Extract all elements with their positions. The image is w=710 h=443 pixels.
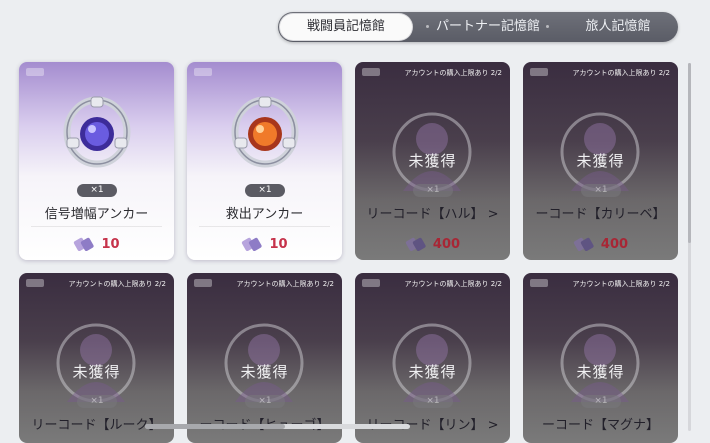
price-row: 400 — [355, 232, 510, 256]
not-obtained-label: 未獲得 — [72, 363, 121, 381]
tab-separator-dot — [546, 25, 549, 28]
shop-card-luke-code[interactable]: アカウントの購入上限あり 2/2 未獲得 ×1 リーコード【ルーク】 — [19, 273, 174, 443]
rarity-badge — [362, 279, 380, 287]
quantity-badge: ×1 — [245, 184, 285, 197]
purchase-limit-label: アカウントの購入上限あり 2/2 — [68, 280, 167, 288]
tab-traveler-memory[interactable]: 旅人記憶館 — [560, 12, 676, 42]
price-value: 400 — [432, 236, 461, 252]
purchase-limit-label: アカウントの購入上限あり 2/2 — [572, 69, 671, 77]
price-value: 10 — [269, 236, 288, 252]
ticket-icon — [74, 237, 95, 251]
purchase-limit-label: アカウントの購入上限あり 2/2 — [572, 280, 671, 288]
price-row: 400 — [523, 232, 678, 256]
quantity-badge: ×1 — [77, 184, 117, 197]
tab-partner-memory[interactable]: パートナー記憶館 — [418, 12, 558, 42]
not-obtained-label: 未獲得 — [576, 152, 625, 170]
price-value: 10 — [101, 236, 120, 252]
memory-hall-tabs: 戦闘員記憶館 パートナー記憶館 旅人記憶館 — [278, 12, 678, 42]
item-name: ーコード【カリーベ】 — [535, 207, 666, 222]
shop-card-haru-code[interactable]: アカウントの購入上限あり 2/2 未獲得 ×1 リーコード【ハル】 > 400 — [355, 62, 510, 260]
item-name: 信号増幅アンカー — [44, 207, 149, 222]
rarity-badge — [26, 68, 44, 76]
ticket-icon — [405, 237, 426, 251]
vertical-scrollbar[interactable] — [688, 63, 691, 431]
purchase-limit-label: アカウントの購入上限あり 2/2 — [236, 280, 335, 288]
vertical-scrollbar-thumb[interactable] — [688, 63, 691, 243]
ticket-icon — [242, 237, 263, 251]
quantity-badge: ×1 — [581, 395, 621, 408]
shop-card-hugo-code[interactable]: アカウントの購入上限あり 2/2 未獲得 ×1 ーコード【ヒューゴ】 — [187, 273, 342, 443]
not-obtained-label: 未獲得 — [408, 152, 457, 170]
shop-card-magna-code[interactable]: アカウントの購入上限あり 2/2 未獲得 ×1 ーコード【マグナ】 — [523, 273, 678, 443]
anchor-blue-icon — [63, 96, 131, 168]
quantity-badge: ×1 — [413, 395, 453, 408]
horizontal-scrollbar[interactable] — [145, 424, 410, 429]
rarity-badge — [530, 68, 548, 76]
price-row: 10 — [19, 232, 174, 256]
rarity-badge — [26, 279, 44, 287]
quantity-badge: ×1 — [413, 184, 453, 197]
divider — [199, 226, 330, 227]
price-row: 10 — [187, 232, 342, 256]
item-name: リーコード【ハル】 > — [366, 207, 499, 222]
shop-card-caribe-code[interactable]: アカウントの購入上限あり 2/2 未獲得 ×1 ーコード【カリーベ】 400 — [523, 62, 678, 260]
rarity-badge — [194, 279, 212, 287]
anchor-orange-icon — [231, 96, 299, 168]
not-obtained-label: 未獲得 — [240, 363, 289, 381]
price-value: 400 — [600, 236, 629, 252]
shop-card-signal-anchor[interactable]: ×1 信号増幅アンカー 10 — [19, 62, 174, 260]
purchase-limit-label: アカウントの購入上限あり 2/2 — [404, 69, 503, 77]
rarity-badge — [362, 68, 380, 76]
not-obtained-label: 未獲得 — [408, 363, 457, 381]
shop-card-rin-code[interactable]: アカウントの購入上限あり 2/2 未獲得 ×1 リーコード【リン】 > — [355, 273, 510, 443]
item-name: ーコード【マグナ】 — [541, 418, 659, 433]
shop-card-rescue-anchor[interactable]: ×1 救出アンカー 10 — [187, 62, 342, 260]
quantity-badge: ×1 — [245, 395, 285, 408]
ticket-icon — [573, 237, 594, 251]
rarity-badge — [530, 279, 548, 287]
item-name: 救出アンカー — [225, 207, 304, 222]
quantity-badge: ×1 — [77, 395, 117, 408]
rarity-badge — [194, 68, 212, 76]
tab-combatant-memory[interactable]: 戦闘員記憶館 — [280, 14, 412, 40]
not-obtained-label: 未獲得 — [576, 363, 625, 381]
horizontal-scrollbar-thumb[interactable] — [145, 424, 285, 429]
purchase-limit-label: アカウントの購入上限あり 2/2 — [404, 280, 503, 288]
quantity-badge: ×1 — [581, 184, 621, 197]
divider — [31, 226, 162, 227]
